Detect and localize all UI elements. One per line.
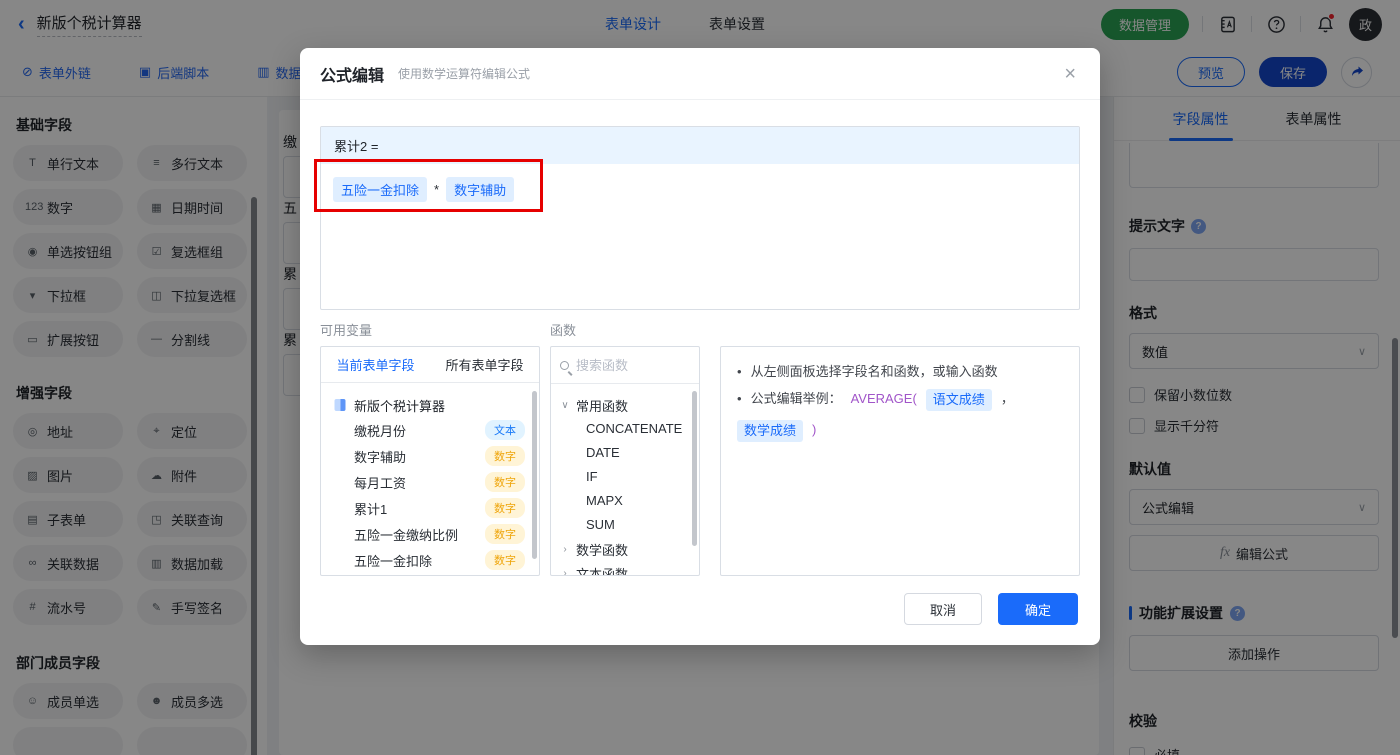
- functions-panel: ∨ 常用函数 CONCATENATE DATE IF MAPX SUM: [550, 346, 700, 576]
- variable-row[interactable]: 缴税月份 文本: [333, 417, 529, 443]
- close-icon[interactable]: ×: [1064, 64, 1076, 84]
- function-item[interactable]: CONCATENATE: [560, 417, 699, 441]
- variables-panel: 当前表单字段 所有表单字段 新版个税计算器 缴税月份 文本 数字辅助 数字 每月…: [320, 346, 540, 576]
- chevron-right-icon: ›: [563, 567, 567, 576]
- function-item[interactable]: IF: [560, 465, 699, 489]
- functions-scrollbar[interactable]: [692, 391, 697, 546]
- variable-name: 每月工资: [354, 475, 407, 491]
- tab-current-form-fields[interactable]: 当前表单字段: [321, 347, 430, 382]
- example-field-token: 数学成绩: [737, 420, 804, 442]
- example-function-name: AVERAGE(: [850, 391, 917, 406]
- function-item[interactable]: DATE: [560, 441, 699, 465]
- variables-tree: 新版个税计算器 缴税月份 文本 数字辅助 数字 每月工资 数字 累计1 数字 五…: [321, 383, 539, 573]
- function-item[interactable]: MAPX: [560, 489, 699, 513]
- function-list: ∨ 常用函数 CONCATENATE DATE IF MAPX SUM › 数学…: [551, 384, 699, 576]
- function-search-input[interactable]: [576, 357, 676, 373]
- modal-footer: 取消 确定: [904, 593, 1078, 625]
- modal-title: 公式编辑: [320, 67, 385, 85]
- variable-name: 五险一金缴纳比例: [354, 527, 459, 543]
- variable-type-badge: 数字: [485, 550, 525, 570]
- variable-row[interactable]: 五险一金扣除 数字: [333, 547, 529, 573]
- variable-type-badge: 数字: [485, 472, 525, 492]
- formula-box: 累计2 = 五险一金扣除 * 数字辅助: [320, 126, 1080, 310]
- variable-name: 五险一金扣除: [354, 553, 433, 569]
- formula-editor-modal: 公式编辑 使用数学运算符编辑公式 × 累计2 = 五险一金扣除 * 数字辅助 可…: [300, 48, 1100, 645]
- variable-row[interactable]: 五险一金缴纳比例 数字: [333, 521, 529, 547]
- variables-label: 可用变量: [320, 323, 373, 338]
- functions-label: 函数: [550, 323, 577, 338]
- variable-name: 累计1: [354, 501, 388, 517]
- function-group-text[interactable]: › 文本函数: [560, 561, 699, 576]
- tab-all-form-fields[interactable]: 所有表单字段: [430, 347, 539, 382]
- function-group-common[interactable]: ∨ 常用函数: [560, 393, 699, 417]
- confirm-button[interactable]: 确定: [998, 593, 1078, 625]
- function-item[interactable]: SUM: [560, 513, 699, 537]
- variable-rows: 缴税月份 文本 数字辅助 数字 每月工资 数字 累计1 数字 五险一金缴纳比例 …: [333, 417, 529, 573]
- form-node[interactable]: 新版个税计算器: [333, 393, 529, 417]
- variable-type-badge: 数字: [485, 524, 525, 544]
- formula-help-panel: • 从左侧面板选择字段名和函数，或输入函数 • 公式编辑举例： AVERAGE(…: [720, 346, 1080, 576]
- variable-type-badge: 文本: [485, 420, 525, 440]
- help-line-2: • 公式编辑举例： AVERAGE( 语文成绩 ， 数学成绩 ): [737, 389, 1063, 442]
- annotation-red-box: [314, 159, 543, 212]
- modal-subtitle: 使用数学运算符编辑公式: [398, 67, 531, 81]
- variable-type-badge: 数字: [485, 446, 525, 466]
- common-function-items: CONCATENATE DATE IF MAPX SUM: [560, 417, 699, 537]
- example-function-close: ): [812, 422, 817, 437]
- cancel-button[interactable]: 取消: [904, 593, 982, 625]
- function-search: [551, 347, 699, 384]
- variable-row[interactable]: 每月工资 数字: [333, 469, 529, 495]
- chevron-right-icon: ›: [563, 543, 567, 555]
- modal-header: 公式编辑 使用数学运算符编辑公式 ×: [300, 48, 1100, 100]
- variables-scrollbar[interactable]: [532, 391, 537, 559]
- function-group-math[interactable]: › 数学函数: [560, 537, 699, 561]
- variable-name: 缴税月份: [354, 423, 407, 439]
- variable-name: 数字辅助: [354, 449, 407, 465]
- example-field-token: 语文成绩: [925, 389, 992, 411]
- variable-row[interactable]: 累计1 数字: [333, 495, 529, 521]
- help-line-1: • 从左侧面板选择字段名和函数，或输入函数: [737, 364, 998, 379]
- variables-tabs: 当前表单字段 所有表单字段: [321, 347, 539, 383]
- form-doc-icon: [334, 399, 346, 411]
- form-node-label: 新版个税计算器: [354, 398, 446, 414]
- variable-type-badge: 数字: [485, 498, 525, 518]
- chevron-down-icon: ∨: [561, 399, 569, 411]
- variable-row[interactable]: 数字辅助 数字: [333, 443, 529, 469]
- search-icon: [560, 360, 569, 370]
